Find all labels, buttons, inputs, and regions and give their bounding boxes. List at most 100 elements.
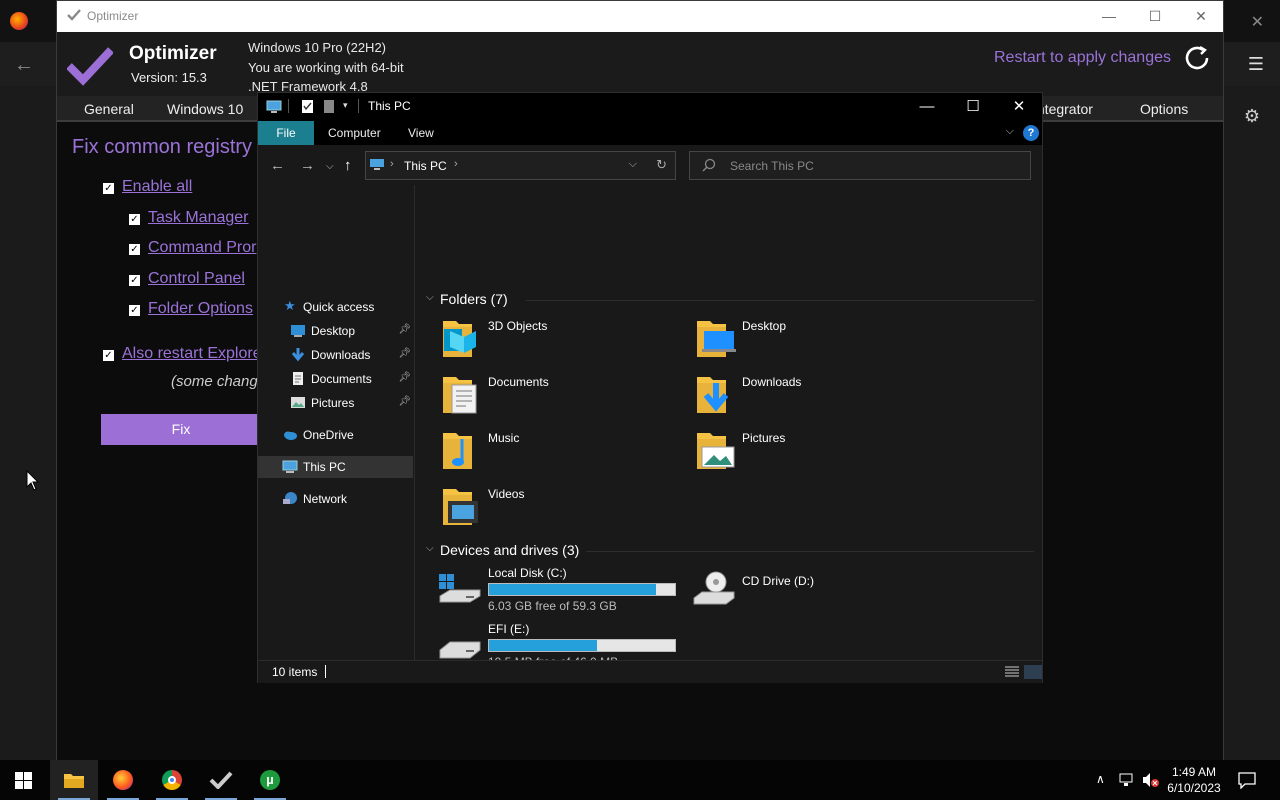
control-panel-checkbox[interactable]: ✓	[129, 275, 140, 286]
explorer-minimize-button[interactable]: —	[904, 95, 950, 119]
fix-button[interactable]: Fix	[101, 414, 261, 445]
explorer-maximize-button[interactable]: ☐	[950, 95, 996, 119]
ribbon-view-tab[interactable]: View	[408, 126, 434, 140]
restart-explorer-checkbox[interactable]: ✓	[103, 350, 114, 361]
nav-desktop[interactable]: Desktop 📌︎	[258, 320, 413, 342]
folder-icon	[697, 433, 735, 469]
nav-downloads[interactable]: Downloads 📌︎	[258, 344, 413, 366]
pin-icon[interactable]: 📌︎	[398, 396, 411, 407]
this-pc-icon	[282, 460, 298, 473]
enable-all-label[interactable]: Enable all	[122, 178, 192, 196]
optimizer-header: Optimizer Version: 15.3 Windows 10 Pro (…	[57, 32, 1223, 96]
nav-label: Quick access	[303, 300, 375, 314]
notification-center-icon[interactable]	[1238, 771, 1256, 789]
nav-pictures[interactable]: Pictures 📌︎	[258, 392, 413, 414]
command-prompt-label[interactable]: Command Pror	[148, 239, 256, 257]
task-manager-checkbox[interactable]: ✓	[129, 214, 140, 225]
collapse-chevron-icon[interactable]: ⌵	[426, 543, 434, 554]
content-pane: ⌵ Folders (7) 3D Objects Desktop Documents…	[416, 185, 1042, 669]
expand-ribbon-chevron-icon[interactable]: ⌵	[1006, 125, 1014, 138]
restart-explorer-label[interactable]: Also restart Explore	[122, 345, 262, 363]
folder-options-checkbox[interactable]: ✓	[129, 305, 140, 316]
ribbon-file-tab[interactable]: File	[258, 121, 314, 145]
system-clock[interactable]: 1:49 AM 6/10/2023	[1166, 764, 1222, 796]
task-manager-label[interactable]: Task Manager	[148, 209, 249, 227]
browser-menu-icon[interactable]: ☰	[1248, 54, 1264, 75]
address-bar[interactable]: › This PC › ⌵ ↻	[365, 151, 676, 180]
firefox-icon[interactable]	[10, 12, 28, 30]
minimize-button[interactable]: —	[1087, 5, 1131, 27]
download-arrow-icon	[291, 348, 305, 362]
control-panel-label[interactable]: Control Panel	[148, 270, 245, 288]
taskbar: µ ∧ 1:49 AM 6/10/2023	[0, 760, 1280, 800]
folder-name: Music	[488, 431, 520, 445]
enable-all-checkbox[interactable]: ✓	[103, 183, 114, 194]
close-button[interactable]: ✕	[1179, 5, 1223, 27]
tab-windows-10[interactable]: Windows 10	[167, 101, 243, 117]
drive-d[interactable]: CD Drive (D:)	[692, 566, 942, 616]
restart-icon[interactable]	[1183, 44, 1211, 72]
start-button[interactable]	[0, 760, 48, 800]
folder-downloads[interactable]: Downloads	[696, 373, 946, 423]
tab-general[interactable]: General	[84, 101, 134, 117]
drive-c[interactable]: Local Disk (C:) 6.03 GB free of 59.3 GB	[438, 566, 688, 616]
search-icon	[702, 158, 716, 172]
this-pc-icon	[266, 100, 282, 113]
folder-documents[interactable]: Documents	[442, 373, 692, 423]
breadcrumb-separator-icon[interactable]: ›	[454, 158, 458, 170]
folder-options-label[interactable]: Folder Options	[148, 300, 253, 318]
collapse-chevron-icon[interactable]: ⌵	[426, 292, 434, 303]
breadcrumb-this-pc[interactable]: This PC	[404, 159, 447, 173]
app-version: Version: 15.3	[131, 70, 207, 85]
refresh-icon[interactable]: ↻	[656, 157, 667, 173]
quick-access-toolbar-dropdown-icon[interactable]: ▾	[343, 100, 348, 111]
nav-documents[interactable]: Documents 📌︎	[258, 368, 413, 390]
nav-label: Downloads	[311, 348, 371, 362]
browser-close-icon[interactable]: ✕	[1251, 12, 1264, 32]
taskbar-utorrent[interactable]: µ	[246, 760, 294, 800]
gear-icon[interactable]: ⚙	[1244, 106, 1260, 127]
volume-muted-icon[interactable]	[1142, 772, 1160, 788]
taskbar-file-explorer[interactable]	[50, 760, 98, 800]
pin-icon[interactable]: 📌︎	[398, 324, 411, 335]
taskbar-firefox[interactable]	[99, 760, 147, 800]
new-folder-icon[interactable]	[323, 99, 335, 114]
browser-back-arrow-icon[interactable]: ←	[14, 54, 34, 77]
details-view-icon[interactable]	[1004, 665, 1020, 679]
nav-this-pc[interactable]: This PC	[258, 456, 413, 478]
folder-pictures[interactable]: Pictures	[696, 429, 946, 479]
optimizer-titlebar: Optimizer — ☐ ✕	[57, 1, 1223, 32]
explorer-close-button[interactable]: ✕	[996, 95, 1042, 119]
nav-quick-access[interactable]: ★ Quick access	[258, 296, 413, 318]
command-prompt-checkbox[interactable]: ✓	[129, 244, 140, 255]
ribbon-computer-tab[interactable]: Computer	[328, 126, 381, 140]
section-title: Fix common registry	[72, 136, 253, 158]
search-box[interactable]: Search This PC	[689, 151, 1031, 180]
folder-videos[interactable]: Videos	[442, 485, 692, 535]
large-icons-view-icon[interactable]	[1024, 665, 1042, 679]
taskbar-chrome[interactable]	[148, 760, 196, 800]
folder-music[interactable]: Music	[442, 429, 692, 479]
forward-arrow-icon[interactable]: →	[300, 157, 315, 174]
restart-link[interactable]: Restart to apply changes	[994, 49, 1171, 67]
properties-icon[interactable]	[301, 99, 314, 114]
drive-name: EFI (E:)	[488, 622, 530, 636]
recent-locations-chevron-icon[interactable]: ⌵	[326, 161, 334, 172]
up-arrow-icon[interactable]: ↑	[344, 157, 352, 174]
clock-date: 6/10/2023	[1167, 781, 1221, 795]
pin-icon[interactable]: 📌︎	[398, 348, 411, 359]
help-icon[interactable]: ?	[1023, 125, 1039, 141]
address-dropdown-icon[interactable]: ⌵	[629, 158, 637, 171]
optimizer-check-icon	[209, 771, 233, 789]
network-tray-icon[interactable]	[1118, 772, 1136, 788]
pin-icon[interactable]: 📌︎	[398, 372, 411, 383]
tab-options[interactable]: Options	[1140, 101, 1188, 117]
nav-onedrive[interactable]: OneDrive	[258, 424, 413, 446]
maximize-button[interactable]: ☐	[1133, 5, 1177, 27]
folder-desktop[interactable]: Desktop	[696, 317, 946, 367]
back-arrow-icon[interactable]: ←	[270, 157, 285, 174]
nav-network[interactable]: Network	[258, 488, 413, 510]
folder-3d-objects[interactable]: 3D Objects	[442, 317, 692, 367]
taskbar-optimizer[interactable]	[197, 760, 245, 800]
show-hidden-icons-chevron-icon[interactable]: ∧	[1096, 772, 1105, 786]
